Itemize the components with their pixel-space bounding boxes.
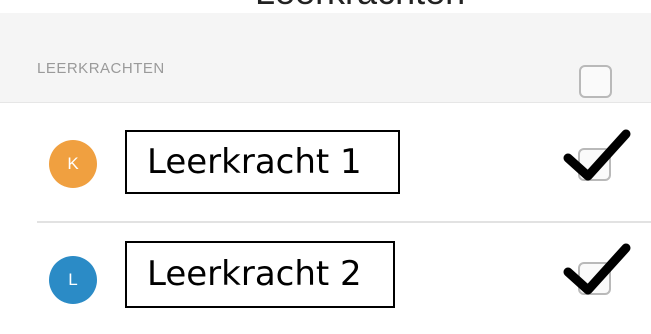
list-item[interactable]: K Leerkracht 1	[0, 108, 651, 220]
section-title: LEERKRACHTEN	[37, 60, 165, 77]
avatar: L	[49, 256, 97, 304]
teacher-name: Leerkracht 1	[125, 130, 400, 194]
list-item[interactable]: L Leerkracht 2	[0, 224, 651, 334]
row-divider	[37, 221, 651, 223]
select-all-checkbox[interactable]	[579, 65, 612, 98]
cut-off-title: Leerkrachten	[255, 0, 465, 10]
teacher-selection-screen: Leerkrachten LEERKRACHTEN K Leerkracht 1…	[0, 0, 651, 334]
avatar: K	[49, 140, 97, 188]
teacher-checkbox[interactable]	[578, 262, 611, 295]
teacher-name: Leerkracht 2	[125, 241, 395, 308]
section-header: LEERKRACHTEN	[0, 13, 651, 103]
teacher-checkbox[interactable]	[578, 148, 611, 181]
